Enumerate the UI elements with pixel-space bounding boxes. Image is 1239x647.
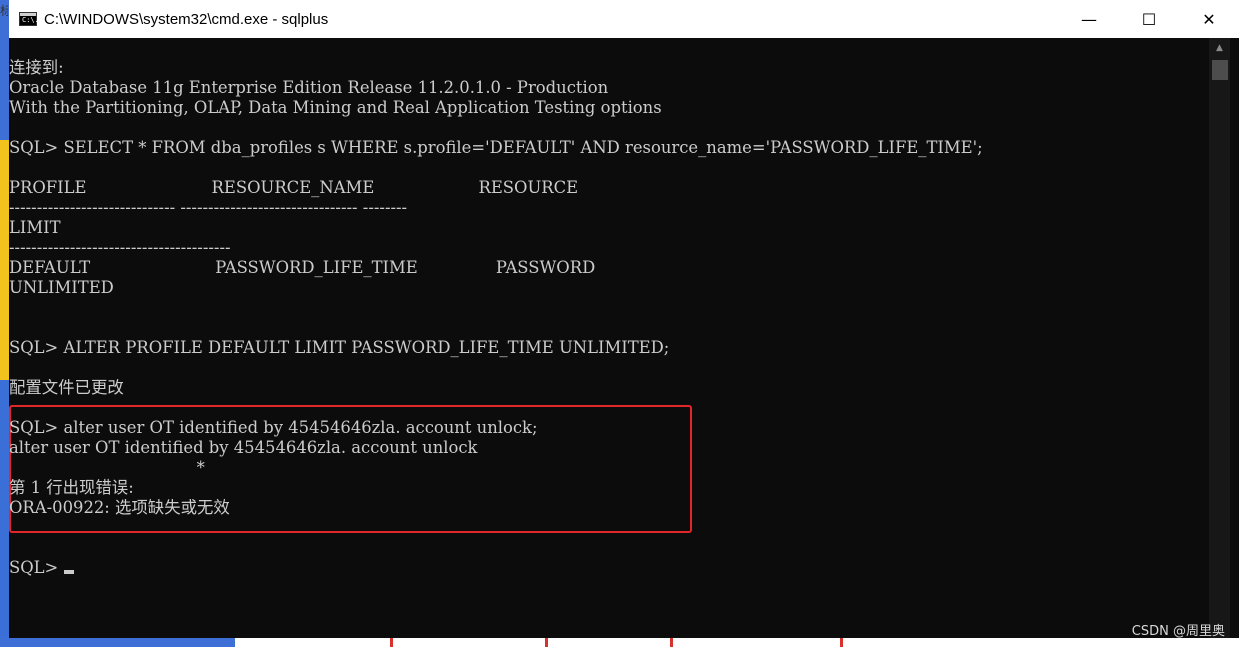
console-line: With the Partitioning, OLAP, Data Mining… <box>9 98 662 117</box>
minimize-button[interactable]: — <box>1059 0 1119 38</box>
console-line: ORA-00922: 选项缺失或无效 <box>9 498 230 517</box>
console-line: 连接到: <box>9 58 64 77</box>
title-bar[interactable]: C:\. C:\WINDOWS\system32\cmd.exe - sqlpl… <box>9 0 1239 38</box>
cmd-window: C:\. C:\WINDOWS\system32\cmd.exe - sqlpl… <box>9 0 1239 638</box>
console-line: PROFILE RESOURCE_NAME RESOURCE <box>9 178 579 197</box>
console-line: 配置文件已更改 <box>9 378 124 397</box>
console-line: SQL> alter user OT identified by 4545464… <box>9 418 538 437</box>
console-line: Oracle Database 11g Enterprise Edition R… <box>9 78 609 97</box>
console-line: UNLIMITED <box>9 278 114 297</box>
scroll-thumb[interactable] <box>1212 60 1228 80</box>
console-line: LIMIT <box>9 218 61 237</box>
console-line: DEFAULT PASSWORD_LIFE_TIME PASSWORD <box>9 258 596 277</box>
text-cursor <box>63 570 74 574</box>
console-output[interactable]: 连接到: Oracle Database 11g Enterprise Editi… <box>9 38 1209 638</box>
scroll-up-arrow-icon[interactable]: ▲ <box>1209 38 1230 58</box>
console-line: SQL> <box>9 558 74 578</box>
desktop-background-left <box>0 0 9 647</box>
console-line: ------------------------------ ---------… <box>9 198 408 217</box>
console-line: SQL> ALTER PROFILE DEFAULT LIMIT PASSWOR… <box>9 338 670 357</box>
console-line: 第 1 行出现错误: <box>9 478 134 497</box>
cmd-app-icon[interactable]: C:\. <box>19 12 39 26</box>
desktop-background-bottom <box>0 638 1239 647</box>
window-title: C:\WINDOWS\system32\cmd.exe - sqlplus <box>44 10 329 28</box>
console-line: ---------------------------------------- <box>9 238 231 257</box>
vertical-scrollbar[interactable]: ▲ <box>1209 38 1230 638</box>
watermark: CSDN @周里奥 <box>1131 624 1225 639</box>
window-controls: — ☐ ✕ <box>1059 0 1239 38</box>
close-button[interactable]: ✕ <box>1179 0 1239 38</box>
console-line: SQL> SELECT * FROM dba_profiles s WHERE … <box>9 138 983 157</box>
console-line: * <box>9 458 205 477</box>
desktop-text-fragment: 标 <box>0 4 8 18</box>
maximize-button[interactable]: ☐ <box>1119 0 1179 38</box>
console-line: alter user OT identified by 45454646zla.… <box>9 438 478 457</box>
